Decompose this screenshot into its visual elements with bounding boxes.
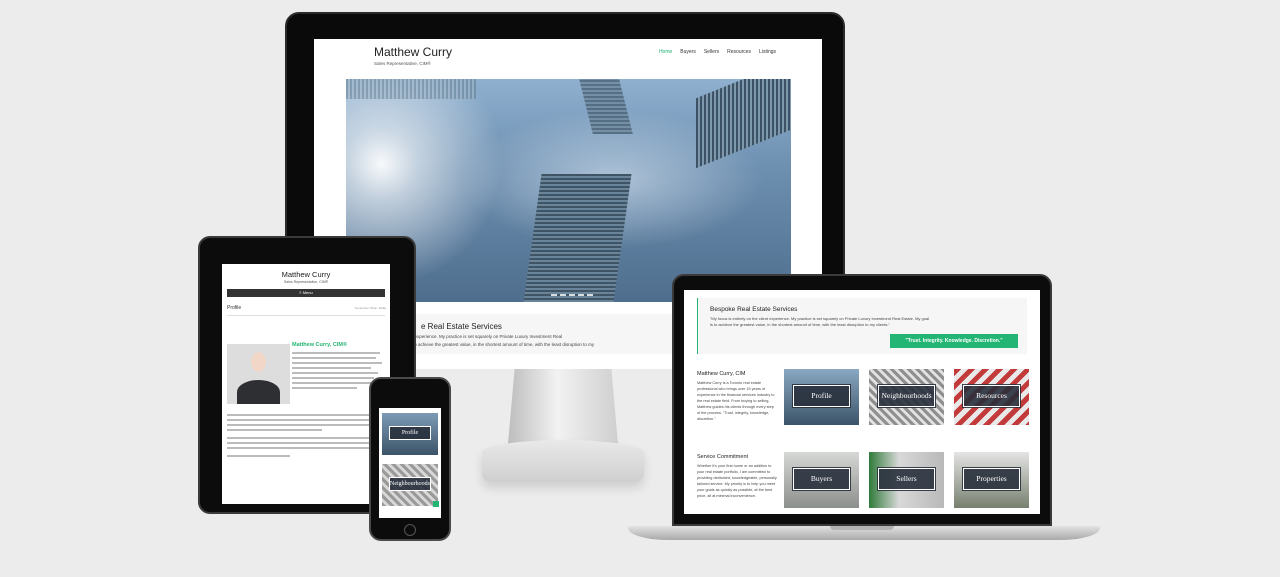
tile-label: Profile (792, 384, 851, 408)
nav-buyers[interactable]: Buyers (680, 49, 696, 55)
tile-label: Resources (962, 384, 1021, 408)
profile-body (227, 414, 385, 460)
text-line (227, 447, 370, 449)
phone-screen: Profile Neighbourhoods (379, 408, 441, 518)
intro-title: e Real Estate Services (421, 322, 502, 331)
text-line (227, 419, 373, 421)
service-heading: Service Commitment (697, 454, 749, 460)
monitor-base (482, 440, 644, 482)
profile-heading: Matthew Curry, CIM® (292, 342, 347, 348)
tile-label: Properties (962, 467, 1021, 491)
tile-label: Buyers (792, 467, 851, 491)
nav-listings[interactable]: Listings (759, 49, 776, 55)
text-line (292, 382, 382, 384)
text-line (292, 387, 358, 389)
slider-dot[interactable] (587, 294, 593, 296)
tile-profile[interactable]: Profile (784, 369, 859, 425)
intro-line: ient experience. My practice is set squa… (406, 334, 563, 339)
tile-label: Neighbourhoods (877, 384, 936, 408)
tile-label: Sellers (877, 467, 936, 491)
services-box: Bespoke Real Estate Services "My focus i… (697, 298, 1027, 354)
nav-resources[interactable]: Resources (727, 49, 751, 55)
nav-sellers[interactable]: Sellers (704, 49, 719, 55)
site-name[interactable]: Matthew Curry (222, 270, 390, 279)
site-tagline: Sales Representative, CIM® (374, 61, 431, 66)
site-tagline: Sales Representative, CIM® (283, 280, 329, 284)
service-text: Whether it's your first home or an addit… (697, 464, 777, 498)
text-line (227, 455, 291, 457)
tile-properties[interactable]: Properties (954, 452, 1029, 508)
slider-dots (551, 294, 593, 296)
tile-buyers[interactable]: Buyers (784, 452, 859, 508)
tile-label: Neighbourhoods (389, 477, 431, 491)
menu-button[interactable]: ≡ Menu (227, 289, 385, 297)
services-title: Bespoke Real Estate Services (710, 306, 798, 313)
intro-line: I is to achieve the greatest value, in t… (406, 342, 595, 347)
phone: Profile Neighbourhoods (369, 377, 451, 541)
tile-label: Profile (389, 426, 431, 440)
home-button[interactable] (404, 524, 416, 536)
text-line (227, 442, 376, 444)
tile-neighbourhoods[interactable]: Neighbourhoods (382, 464, 438, 506)
laptop-screen: Bespoke Real Estate Services "My focus i… (684, 290, 1040, 514)
laptop-notch (830, 526, 894, 530)
nav-home[interactable]: Home (659, 49, 672, 55)
slider-dot[interactable] (578, 294, 584, 296)
text-line (292, 352, 381, 354)
services-text: "My focus is entirely on the client expe… (710, 316, 930, 327)
slider-dot[interactable] (569, 294, 575, 296)
tile-profile[interactable]: Profile (382, 413, 438, 455)
monitor-stand (508, 369, 618, 444)
motto-button[interactable]: "Trust. Integrity. Knowledge. Discretion… (890, 334, 1018, 348)
main-nav: Home Buyers Sellers Resources Listings (659, 49, 776, 55)
text-line (292, 362, 383, 364)
responsive-mockup: Matthew Curry Sales Representative, CIM®… (0, 0, 1280, 577)
slider-dot[interactable] (560, 294, 566, 296)
text-line (227, 424, 378, 426)
text-line (227, 414, 382, 416)
text-line (227, 437, 379, 439)
divider (227, 315, 385, 316)
text-line (292, 372, 379, 374)
text-line (292, 357, 376, 359)
tile-sellers[interactable]: Sellers (869, 452, 944, 508)
text-line (227, 429, 322, 431)
tablet-screen: Matthew Curry Sales Representative, CIM®… (222, 264, 390, 504)
site-header: Matthew Curry Sales Representative, CIM®… (374, 45, 794, 75)
intro-text: ient experience. My practice is set squa… (406, 333, 666, 349)
about-heading: Matthew Curry, CIM (697, 371, 746, 377)
slider-dot[interactable] (551, 294, 557, 296)
text-line (292, 367, 372, 369)
hero-building (346, 79, 476, 99)
site-name[interactable]: Matthew Curry (374, 45, 452, 59)
text-line (292, 377, 374, 379)
laptop: Bespoke Real Estate Services "My focus i… (672, 274, 1052, 526)
profile-photo (227, 344, 290, 404)
page-title: Profile (227, 305, 242, 311)
breadcrumb[interactable]: You are here: Home › Profile (354, 307, 386, 310)
scroll-top-icon[interactable] (433, 501, 439, 507)
tile-neighbourhoods[interactable]: Neighbourhoods (869, 369, 944, 425)
about-text: Matthew Curry is a Toronto real estate p… (697, 381, 775, 421)
tile-resources[interactable]: Resources (954, 369, 1029, 425)
